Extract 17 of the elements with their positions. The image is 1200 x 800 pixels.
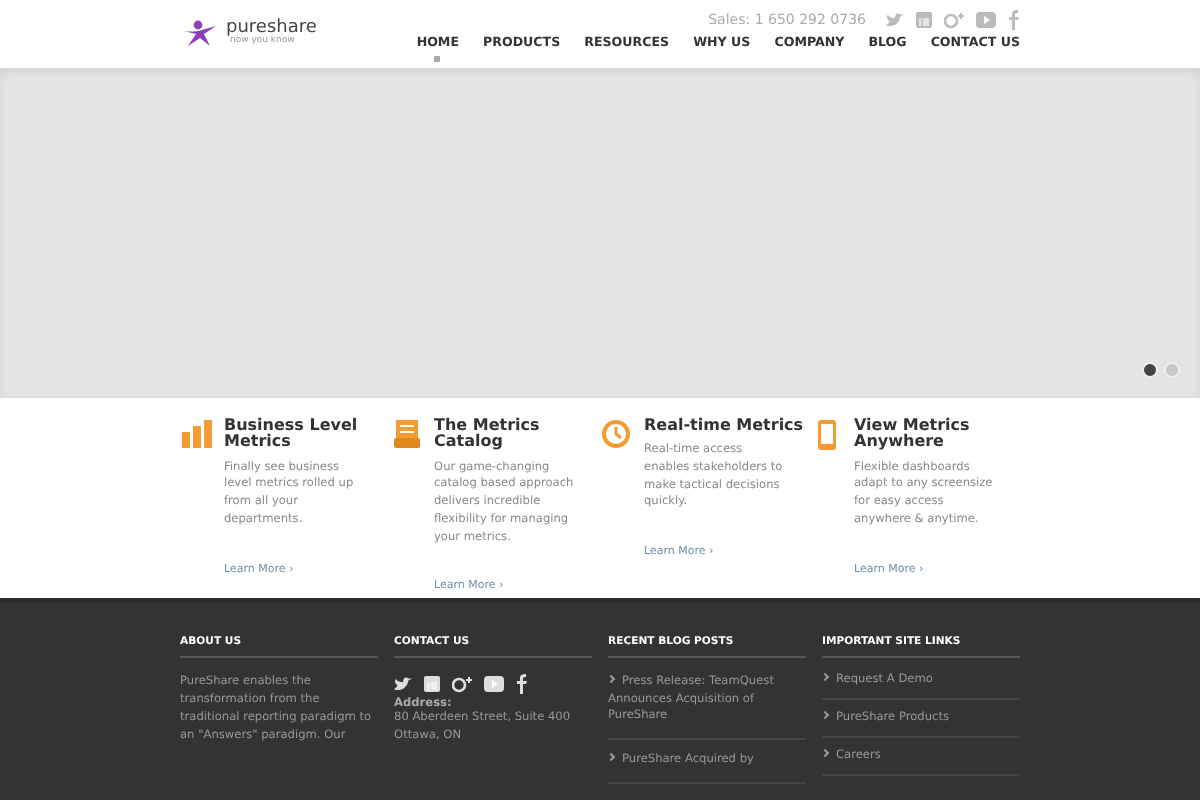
feature-title: View Metrics Anywhere (854, 418, 972, 452)
linkedin-icon[interactable] (916, 12, 932, 28)
youtube-icon[interactable] (484, 676, 504, 692)
feature-title: Business Level Metrics (224, 418, 360, 452)
twitter-bird-icon[interactable] (394, 676, 412, 692)
slider-dot[interactable] (1164, 362, 1180, 378)
slider-dot[interactable] (1142, 362, 1158, 378)
bar-chart-icon (181, 420, 211, 448)
linkedin-icon[interactable] (424, 676, 440, 692)
clock-icon (602, 420, 630, 448)
running-figure-logo-icon (180, 20, 220, 48)
facebook-icon[interactable] (516, 674, 528, 694)
tray-icon (393, 420, 419, 448)
google-plus-icon[interactable] (452, 675, 472, 693)
feature-title: The Metrics Catalog (434, 418, 542, 452)
phone-icon (817, 420, 835, 450)
feature-title: Real-time Metrics (644, 418, 804, 435)
